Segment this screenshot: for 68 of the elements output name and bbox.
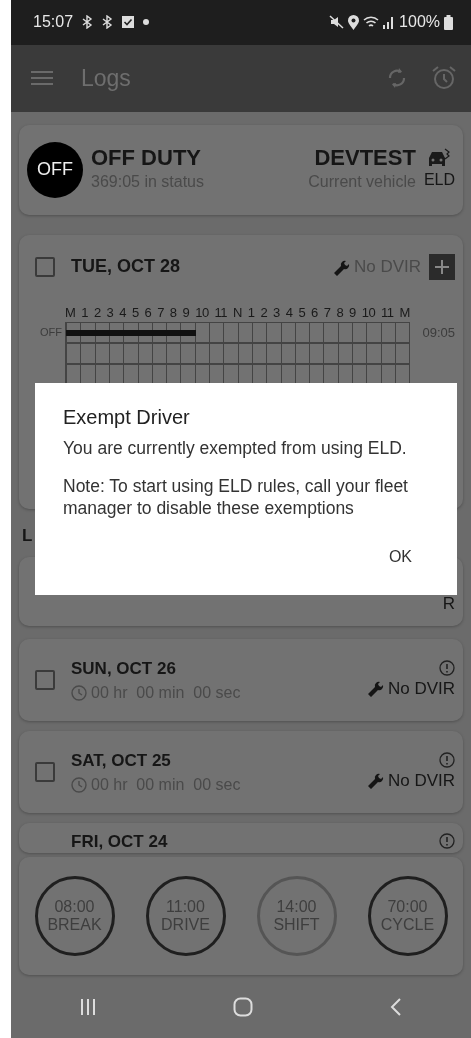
- dialog-title: Exempt Driver: [63, 405, 191, 430]
- battery-icon: [444, 14, 453, 30]
- duty-status: OFF DUTY: [91, 145, 202, 170]
- hour-label: 8: [336, 303, 344, 322]
- dvir-status: R: [442, 592, 455, 615]
- hour-label: M: [65, 303, 76, 322]
- hour-label: N: [233, 303, 242, 322]
- checkbox[interactable]: [35, 256, 55, 277]
- hour-label: 3: [106, 303, 114, 322]
- hour-label: 1: [81, 303, 88, 322]
- hour-label: 5: [298, 303, 306, 322]
- menu-icon[interactable]: [31, 70, 53, 87]
- hour-label: 10: [195, 303, 209, 322]
- hour-label: 4: [119, 303, 126, 322]
- hour-label: 1: [247, 303, 255, 322]
- section-heading: L: [22, 525, 34, 547]
- hour-label: 3: [273, 303, 280, 322]
- dot-icon: [143, 19, 150, 26]
- bluetooth-icon: [101, 15, 114, 30]
- car-bluetooth-icon: [428, 147, 451, 168]
- hour-label: 9: [349, 303, 356, 322]
- hour-label: 4: [285, 303, 293, 322]
- hour-label: 7: [157, 303, 164, 322]
- dialog-message: You are currently exempted from using ELD.: [63, 438, 408, 460]
- info-icon: [439, 751, 455, 768]
- duty-status-badge: OFF: [27, 141, 83, 198]
- log-date: FRI, OCT 24: [71, 830, 168, 853]
- clock-icon: [71, 777, 87, 794]
- signal-icon: [383, 15, 396, 30]
- hour-label: 6: [311, 303, 318, 322]
- checkbox-notification-icon: [121, 15, 136, 30]
- hour-label: 11: [214, 303, 228, 322]
- hour-label: 7: [323, 303, 331, 322]
- info-icon: [439, 833, 455, 850]
- hour-label: 9: [182, 303, 190, 322]
- log-date: TUE, OCT 28: [71, 255, 181, 279]
- vehicle-name: DEVTEST: [313, 145, 416, 170]
- checkbox[interactable]: [35, 762, 55, 783]
- plus-icon: [434, 258, 450, 275]
- hour-label: 2: [260, 303, 268, 322]
- hour-label: 11: [381, 303, 394, 322]
- recent-apps-icon[interactable]: [79, 997, 96, 1016]
- hour-label: 6: [144, 303, 152, 322]
- log-date: SAT, OCT 25: [71, 749, 172, 772]
- location-icon: [348, 14, 360, 30]
- dvir-status: No DVIR: [387, 677, 455, 700]
- alarm-clock-icon[interactable]: [431, 65, 457, 92]
- home-icon[interactable]: [233, 996, 253, 1017]
- status-time: 15:07: [33, 12, 74, 33]
- dialog-message: Note: To start using ELD rules, call your fleet manager to disable these exemptions: [63, 475, 409, 520]
- clock-icon: [71, 685, 87, 702]
- hour-label: 10: [361, 303, 376, 322]
- battery-percent: 100%: [399, 12, 440, 33]
- checkbox[interactable]: [35, 670, 55, 691]
- wifi-icon: [363, 15, 380, 30]
- dvir-status: No DVIR: [387, 769, 455, 792]
- hour-label: M: [399, 303, 410, 322]
- mute-icon: [329, 15, 345, 30]
- hour-label: 8: [169, 303, 177, 322]
- ok-button[interactable]: OK: [383, 539, 417, 574]
- hour-label: 2: [93, 303, 101, 322]
- hour-label: 5: [131, 303, 139, 322]
- eld-label: ELD: [423, 169, 455, 190]
- bluetooth-icon: [81, 15, 94, 30]
- info-icon: [439, 659, 455, 676]
- back-icon[interactable]: [390, 996, 403, 1017]
- add-button[interactable]: [429, 253, 455, 280]
- log-date: SUN, OCT 26: [71, 657, 177, 680]
